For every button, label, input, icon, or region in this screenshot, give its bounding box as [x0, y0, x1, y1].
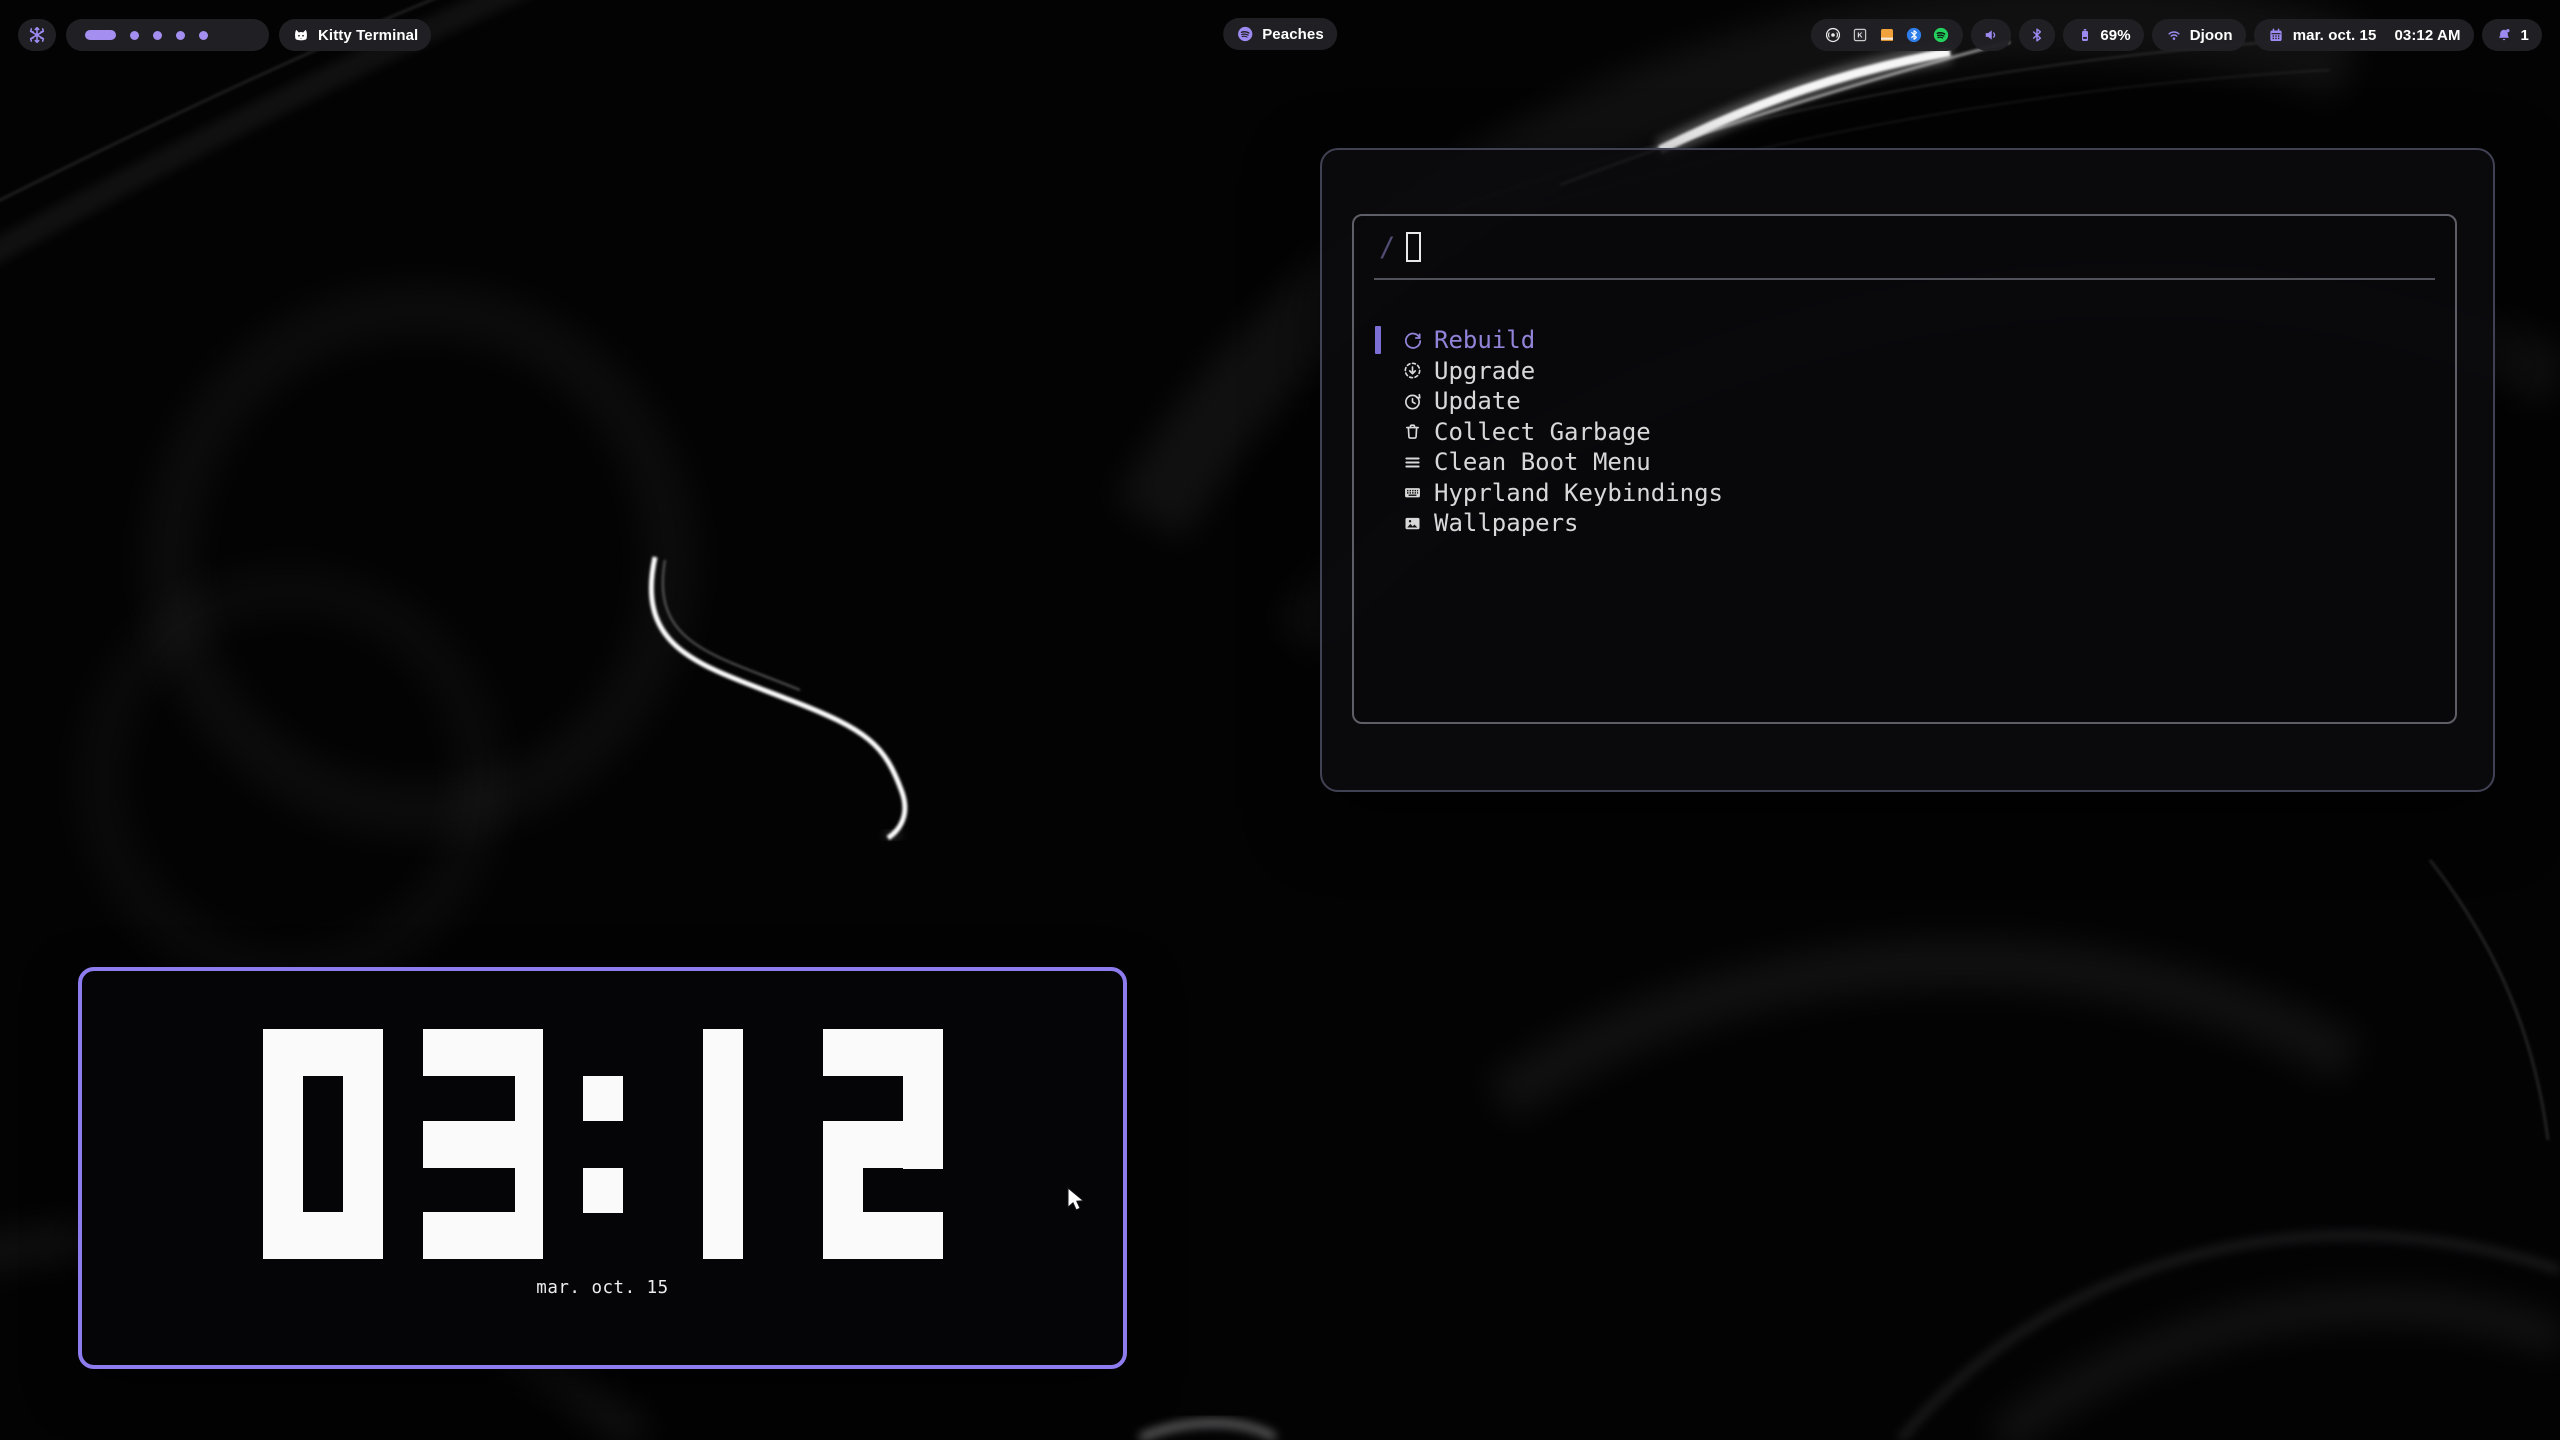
trash-icon [1402, 421, 1423, 442]
launcher-panel: / Rebuild UpgradeUpdate Collect GarbageCle… [1320, 148, 2495, 792]
search-prompt: / [1379, 232, 1395, 263]
snowflake-icon [27, 25, 47, 45]
launcher-box: / Rebuild UpgradeUpdate Collect GarbageCle… [1352, 214, 2457, 724]
launcher-item-collect-garbage[interactable]: Collect Garbage [1354, 417, 2455, 448]
cat-icon [292, 26, 310, 44]
clock-widget: mar. oct. 15 [78, 967, 1127, 1369]
refresh-icon [1402, 330, 1423, 351]
battery-percent: 69% [2100, 27, 2130, 44]
clock-digit [703, 1029, 743, 1259]
workspace-active-indicator[interactable] [85, 30, 116, 40]
text-cursor [1406, 232, 1421, 262]
boxed-k-icon[interactable]: K [1851, 26, 1869, 44]
image-icon [1402, 513, 1423, 534]
launcher-item-label: Hyprland Keybindings [1434, 479, 1723, 507]
clock-date: mar. oct. 15 [82, 1278, 1123, 1298]
media-title: Peaches [1262, 26, 1324, 43]
arrow-down-circle-icon [1402, 360, 1423, 381]
keyboard-icon [1402, 482, 1423, 503]
active-window-pill[interactable]: Kitty Terminal [279, 19, 431, 51]
workspace-dot[interactable] [130, 31, 139, 40]
launcher-item-wallpapers[interactable]: Wallpapers [1354, 508, 2455, 539]
date-text: mar. oct. 15 [2293, 27, 2377, 44]
clock-digit [423, 1029, 543, 1259]
orange-app-icon[interactable] [1878, 26, 1896, 44]
bluetooth-icon [2028, 26, 2046, 44]
media-pill[interactable]: Peaches [1223, 18, 1337, 50]
clock-digit [263, 1029, 383, 1259]
clock-time [82, 1029, 1123, 1259]
top-bar-right: K 69% Djoon mar. oct. 15 03:12 AM 1 [1811, 19, 2542, 51]
launcher-item-upgrade[interactable]: Upgrade [1354, 356, 2455, 387]
launcher-item-label: Rebuild [1434, 326, 1535, 354]
workspace-dot[interactable] [153, 31, 162, 40]
launcher-item-clean-boot-menu[interactable]: Clean Boot Menu [1354, 447, 2455, 478]
active-window-title: Kitty Terminal [318, 27, 418, 44]
bluetooth-button[interactable] [2019, 19, 2055, 51]
spotify-badge-icon[interactable] [1932, 26, 1950, 44]
wifi-ssid: Djoon [2190, 27, 2233, 44]
workspace-switcher[interactable] [66, 19, 269, 51]
battery-icon [2076, 26, 2094, 44]
launcher-item-hyprland-keybindings[interactable]: Hyprland Keybindings [1354, 478, 2455, 509]
search-divider [1374, 278, 2435, 280]
clock-digit [823, 1029, 943, 1259]
launcher-item-label: Clean Boot Menu [1434, 448, 1651, 476]
workspace-dot[interactable] [176, 31, 185, 40]
wifi-icon [2165, 26, 2183, 44]
speaker-icon [1982, 26, 2000, 44]
launcher-item-update[interactable]: Update [1354, 386, 2455, 417]
notifications-pill[interactable]: 1 [2482, 19, 2542, 51]
clock-refresh-icon [1402, 391, 1423, 412]
top-bar: Kitty Terminal Peaches K 69% Djoon mar. … [0, 18, 2560, 52]
time-text: 03:12 AM [2394, 27, 2460, 44]
selected-indicator [1375, 326, 1381, 354]
svg-text:K: K [1858, 32, 1864, 40]
launcher-item-rebuild[interactable]: Rebuild [1354, 325, 2455, 356]
bell-icon [2495, 26, 2513, 44]
spotify-icon [1236, 25, 1254, 43]
bluetooth-badge-icon[interactable] [1905, 26, 1923, 44]
mouse-cursor [1064, 1186, 1090, 1219]
launcher-item-label: Upgrade [1434, 357, 1535, 385]
clock-colon [583, 1029, 623, 1259]
notification-count: 1 [2521, 27, 2529, 44]
launcher-menu: Rebuild UpgradeUpdate Collect GarbageClean… [1354, 325, 2455, 539]
menu-lines-icon [1402, 452, 1423, 473]
volume-button[interactable] [1971, 19, 2011, 51]
system-tray[interactable]: K [1811, 19, 1963, 51]
workspace-dot[interactable] [199, 31, 208, 40]
launcher-item-label: Collect Garbage [1434, 418, 1651, 446]
launcher-item-label: Update [1434, 387, 1521, 415]
nix-launcher-button[interactable] [18, 19, 56, 51]
calendar-icon [2267, 26, 2285, 44]
wifi-pill[interactable]: Djoon [2152, 19, 2246, 51]
launcher-item-label: Wallpapers [1434, 509, 1579, 537]
top-bar-left: Kitty Terminal [18, 19, 431, 51]
battery-pill[interactable]: 69% [2063, 19, 2143, 51]
datetime-pill[interactable]: mar. oct. 15 03:12 AM [2254, 19, 2474, 51]
recorder-icon[interactable] [1824, 26, 1842, 44]
launcher-search[interactable]: / [1354, 216, 2455, 278]
